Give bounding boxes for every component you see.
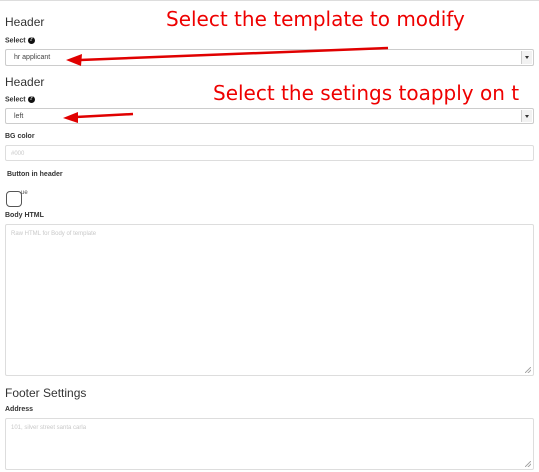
bg-color-label: BG color	[5, 133, 35, 140]
settings-select-label: Select?	[5, 96, 35, 104]
settings-select-dropdown-button[interactable]	[521, 110, 532, 122]
button-in-header-checkbox-text: ue	[21, 190, 28, 196]
body-html-textarea[interactable]: Raw HTML for Body of template	[5, 224, 534, 376]
annotation-text-1: Select the template to modify	[166, 7, 465, 31]
template-select-value: hr applicant	[14, 54, 51, 61]
template-select[interactable]: hr applicant	[5, 49, 534, 66]
template-select-dropdown-button[interactable]	[521, 51, 532, 64]
chevron-down-icon	[525, 56, 529, 59]
button-in-header-checkbox[interactable]	[6, 191, 22, 207]
address-textarea[interactable]: 101, silver street santa carla	[5, 418, 534, 470]
bg-color-input[interactable]: #000	[5, 145, 534, 161]
resize-handle[interactable]	[525, 367, 531, 373]
body-html-placeholder: Raw HTML for Body of template	[11, 231, 97, 237]
header-section-1-title: Header	[5, 15, 45, 29]
top-divider	[0, 0, 539, 1]
help-icon[interactable]: ?	[27, 37, 35, 44]
template-select-label: Select?	[5, 37, 35, 45]
header-section-2-title: Header	[5, 75, 45, 89]
resize-handle[interactable]	[525, 461, 531, 467]
body-html-label: Body HTML	[5, 212, 44, 219]
chevron-down-icon	[525, 114, 529, 118]
address-placeholder: 101, silver street santa carla	[11, 425, 87, 431]
address-label: Address	[5, 406, 34, 413]
settings-select-value: left	[14, 112, 24, 120]
footer-settings-title: Footer Settings	[5, 386, 87, 400]
button-in-header-label: Button in header	[7, 171, 63, 178]
help-icon[interactable]: ?	[27, 96, 35, 103]
settings-select[interactable]: left	[5, 108, 534, 124]
annotation-text-2: Select the setings toapply on t	[213, 81, 520, 105]
